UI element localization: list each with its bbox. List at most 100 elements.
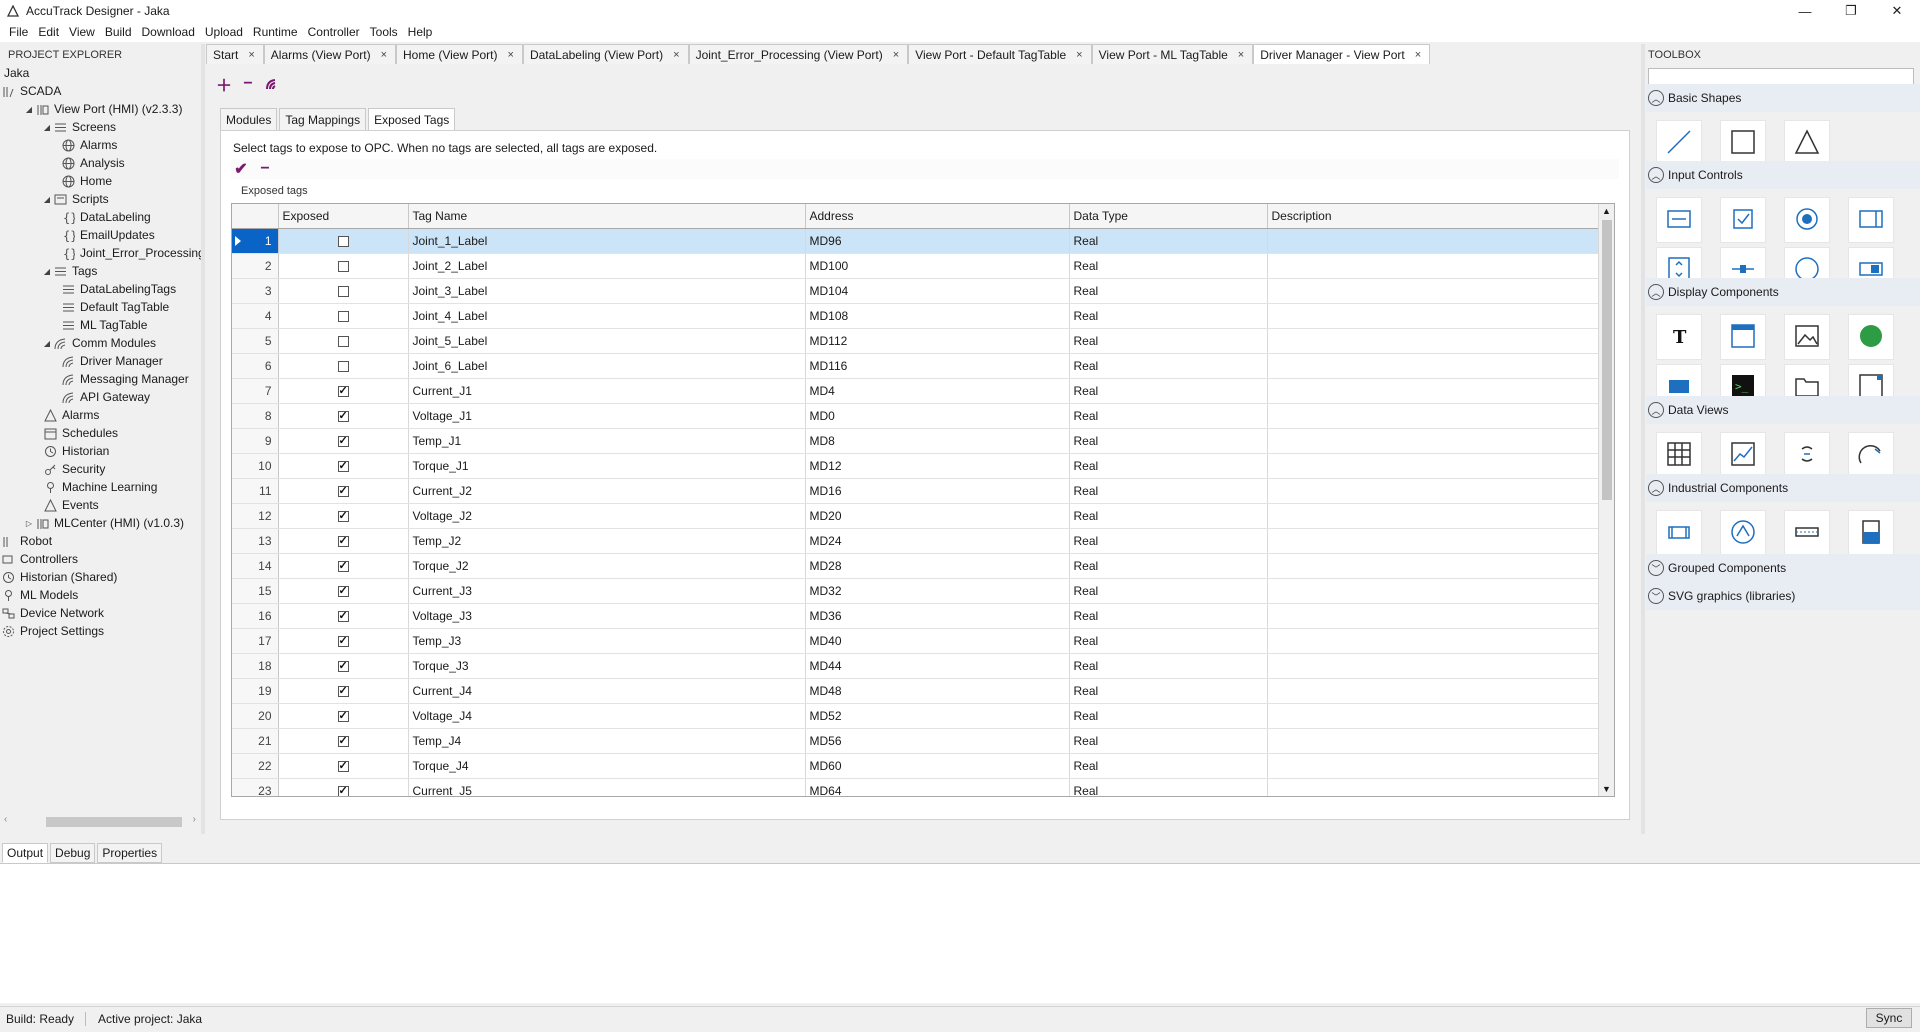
menu-tools[interactable]: Tools: [365, 25, 403, 39]
address-cell[interactable]: MD20: [805, 503, 1070, 529]
tree-item-schedules[interactable]: Schedules: [42, 424, 118, 442]
data-type-cell[interactable]: Real: [1069, 428, 1268, 454]
tag-name-cell[interactable]: Joint_2_Label: [408, 253, 806, 279]
tree-item-machine-learning[interactable]: Machine Learning: [42, 478, 157, 496]
tag-name-cell[interactable]: Voltage_J4: [408, 703, 806, 729]
row-number[interactable]: 22: [232, 753, 279, 779]
table-row[interactable]: 3 Joint_3_Label MD104 Real: [232, 278, 1599, 304]
toolbox-item-triangle[interactable]: [1784, 120, 1830, 166]
column-header-description[interactable]: Description: [1267, 204, 1599, 229]
tree-item-mlcenter-hmi-v1-0-3[interactable]: ▷ MLCenter (HMI) (v1.0.3): [24, 514, 184, 532]
exposed-cell[interactable]: [278, 328, 409, 354]
tag-name-cell[interactable]: Joint_4_Label: [408, 303, 806, 329]
checked-checkbox[interactable]: ✓: [337, 760, 349, 772]
menu-upload[interactable]: Upload: [200, 25, 248, 39]
expanded-arrow-icon[interactable]: ◢: [42, 267, 52, 276]
row-number[interactable]: 16: [232, 603, 279, 629]
table-row[interactable]: 19 ✓ Current_J4 MD48 Real: [232, 678, 1599, 704]
doc-tab-home-view-port[interactable]: Home (View Port) ×: [396, 44, 523, 64]
table-row[interactable]: 6 Joint_6_Label MD116 Real: [232, 353, 1599, 379]
address-cell[interactable]: MD4: [805, 378, 1070, 404]
minimize-button[interactable]: —: [1782, 0, 1828, 22]
tree-item-scada[interactable]: SCADA: [0, 82, 61, 100]
row-number[interactable]: 21: [232, 728, 279, 754]
table-row[interactable]: 18 ✓ Torque_J3 MD44 Real: [232, 653, 1599, 679]
tag-name-cell[interactable]: Voltage_J1: [408, 403, 806, 429]
tree-item-device-network[interactable]: Device Network: [0, 604, 104, 622]
description-cell[interactable]: [1267, 428, 1599, 454]
doc-tab-view-port-ml-tagtable[interactable]: View Port - ML TagTable ×: [1091, 44, 1254, 64]
tree-item-project-settings[interactable]: Project Settings: [0, 622, 104, 640]
description-cell[interactable]: [1267, 503, 1599, 529]
toolbox-item-radio[interactable]: [1784, 197, 1830, 243]
description-cell[interactable]: [1267, 328, 1599, 354]
toolbox-item-textbox[interactable]: [1656, 197, 1702, 243]
table-row[interactable]: 14 ✓ Torque_J2 MD28 Real: [232, 553, 1599, 579]
exposed-cell[interactable]: ✓: [278, 428, 409, 454]
close-tab-icon[interactable]: ×: [673, 49, 679, 61]
exposed-cell[interactable]: ✓: [278, 453, 409, 479]
tree-item-analysis[interactable]: Analysis: [60, 154, 125, 172]
data-type-cell[interactable]: Real: [1069, 353, 1268, 379]
address-cell[interactable]: MD28: [805, 553, 1070, 579]
toolbox-item-ellipsis[interactable]: [1784, 432, 1830, 478]
tree-item-historian-shared[interactable]: Historian (Shared): [0, 568, 117, 586]
row-number[interactable]: 19: [232, 678, 279, 704]
maximize-button[interactable]: ❐: [1828, 0, 1874, 22]
data-type-cell[interactable]: Real: [1069, 303, 1268, 329]
address-cell[interactable]: MD64: [805, 778, 1070, 796]
tag-name-cell[interactable]: Joint_1_Label: [408, 228, 806, 254]
collapse-chevron-icon[interactable]: ︿: [1648, 167, 1664, 183]
address-cell[interactable]: MD40: [805, 628, 1070, 654]
close-tab-icon[interactable]: ×: [1238, 49, 1244, 61]
tag-name-cell[interactable]: Torque_J1: [408, 453, 806, 479]
checked-checkbox[interactable]: ✓: [337, 710, 349, 722]
tag-name-cell[interactable]: Voltage_J2: [408, 503, 806, 529]
row-number[interactable]: 10: [232, 453, 279, 479]
tag-name-cell[interactable]: Current_J2: [408, 478, 806, 504]
doc-tab-view-port-default-tagtable[interactable]: View Port - Default TagTable ×: [908, 44, 1092, 64]
toolbox-item-checkbox[interactable]: [1720, 197, 1766, 243]
toolbox-item-rectangle[interactable]: [1720, 120, 1766, 166]
data-type-cell[interactable]: Real: [1069, 453, 1268, 479]
checked-checkbox[interactable]: ✓: [337, 685, 349, 697]
address-cell[interactable]: MD12: [805, 453, 1070, 479]
exposed-cell[interactable]: ✓: [278, 728, 409, 754]
table-row[interactable]: 13 ✓ Temp_J2 MD24 Real: [232, 528, 1599, 554]
tree-item-robot[interactable]: Robot: [0, 532, 52, 550]
data-type-cell[interactable]: Real: [1069, 628, 1268, 654]
table-row[interactable]: 10 ✓ Torque_J1 MD12 Real: [232, 453, 1599, 479]
toolbox-item-table[interactable]: [1656, 432, 1702, 478]
menu-help[interactable]: Help: [403, 25, 438, 39]
data-type-cell[interactable]: Real: [1069, 553, 1268, 579]
tree-item-controllers[interactable]: Controllers: [0, 550, 78, 568]
description-cell[interactable]: [1267, 228, 1599, 254]
column-header-data-type[interactable]: Data Type: [1069, 204, 1268, 229]
bottom-tab-output[interactable]: Output: [2, 843, 49, 863]
table-row[interactable]: 7 ✓ Current_J1 MD4 Real: [232, 378, 1599, 404]
toolbox-item-conveyor[interactable]: [1784, 510, 1830, 556]
row-number[interactable]: 4: [232, 303, 279, 329]
tree-item-ml-tagtable[interactable]: ML TagTable: [60, 316, 147, 334]
exposed-cell[interactable]: ✓: [278, 753, 409, 779]
description-cell[interactable]: [1267, 728, 1599, 754]
table-row[interactable]: 9 ✓ Temp_J1 MD8 Real: [232, 428, 1599, 454]
tree-item-default-tagtable[interactable]: Default TagTable: [60, 298, 169, 316]
address-cell[interactable]: MD32: [805, 578, 1070, 604]
address-cell[interactable]: MD52: [805, 703, 1070, 729]
table-row[interactable]: 20 ✓ Voltage_J4 MD52 Real: [232, 703, 1599, 729]
close-tab-icon[interactable]: ×: [248, 49, 254, 61]
menu-file[interactable]: File: [4, 25, 33, 39]
scroll-thumb[interactable]: [1602, 220, 1612, 500]
menu-build[interactable]: Build: [100, 25, 137, 39]
checked-checkbox[interactable]: ✓: [337, 560, 349, 572]
toolbox-item-text[interactable]: T: [1656, 314, 1702, 360]
row-number[interactable]: 17: [232, 628, 279, 654]
add-icon[interactable]: ＋: [216, 76, 232, 95]
description-cell[interactable]: [1267, 753, 1599, 779]
exposed-cell[interactable]: [278, 303, 409, 329]
toolbox-item-window[interactable]: [1720, 314, 1766, 360]
data-type-cell[interactable]: Real: [1069, 278, 1268, 304]
exposed-cell[interactable]: ✓: [278, 578, 409, 604]
description-cell[interactable]: [1267, 628, 1599, 654]
